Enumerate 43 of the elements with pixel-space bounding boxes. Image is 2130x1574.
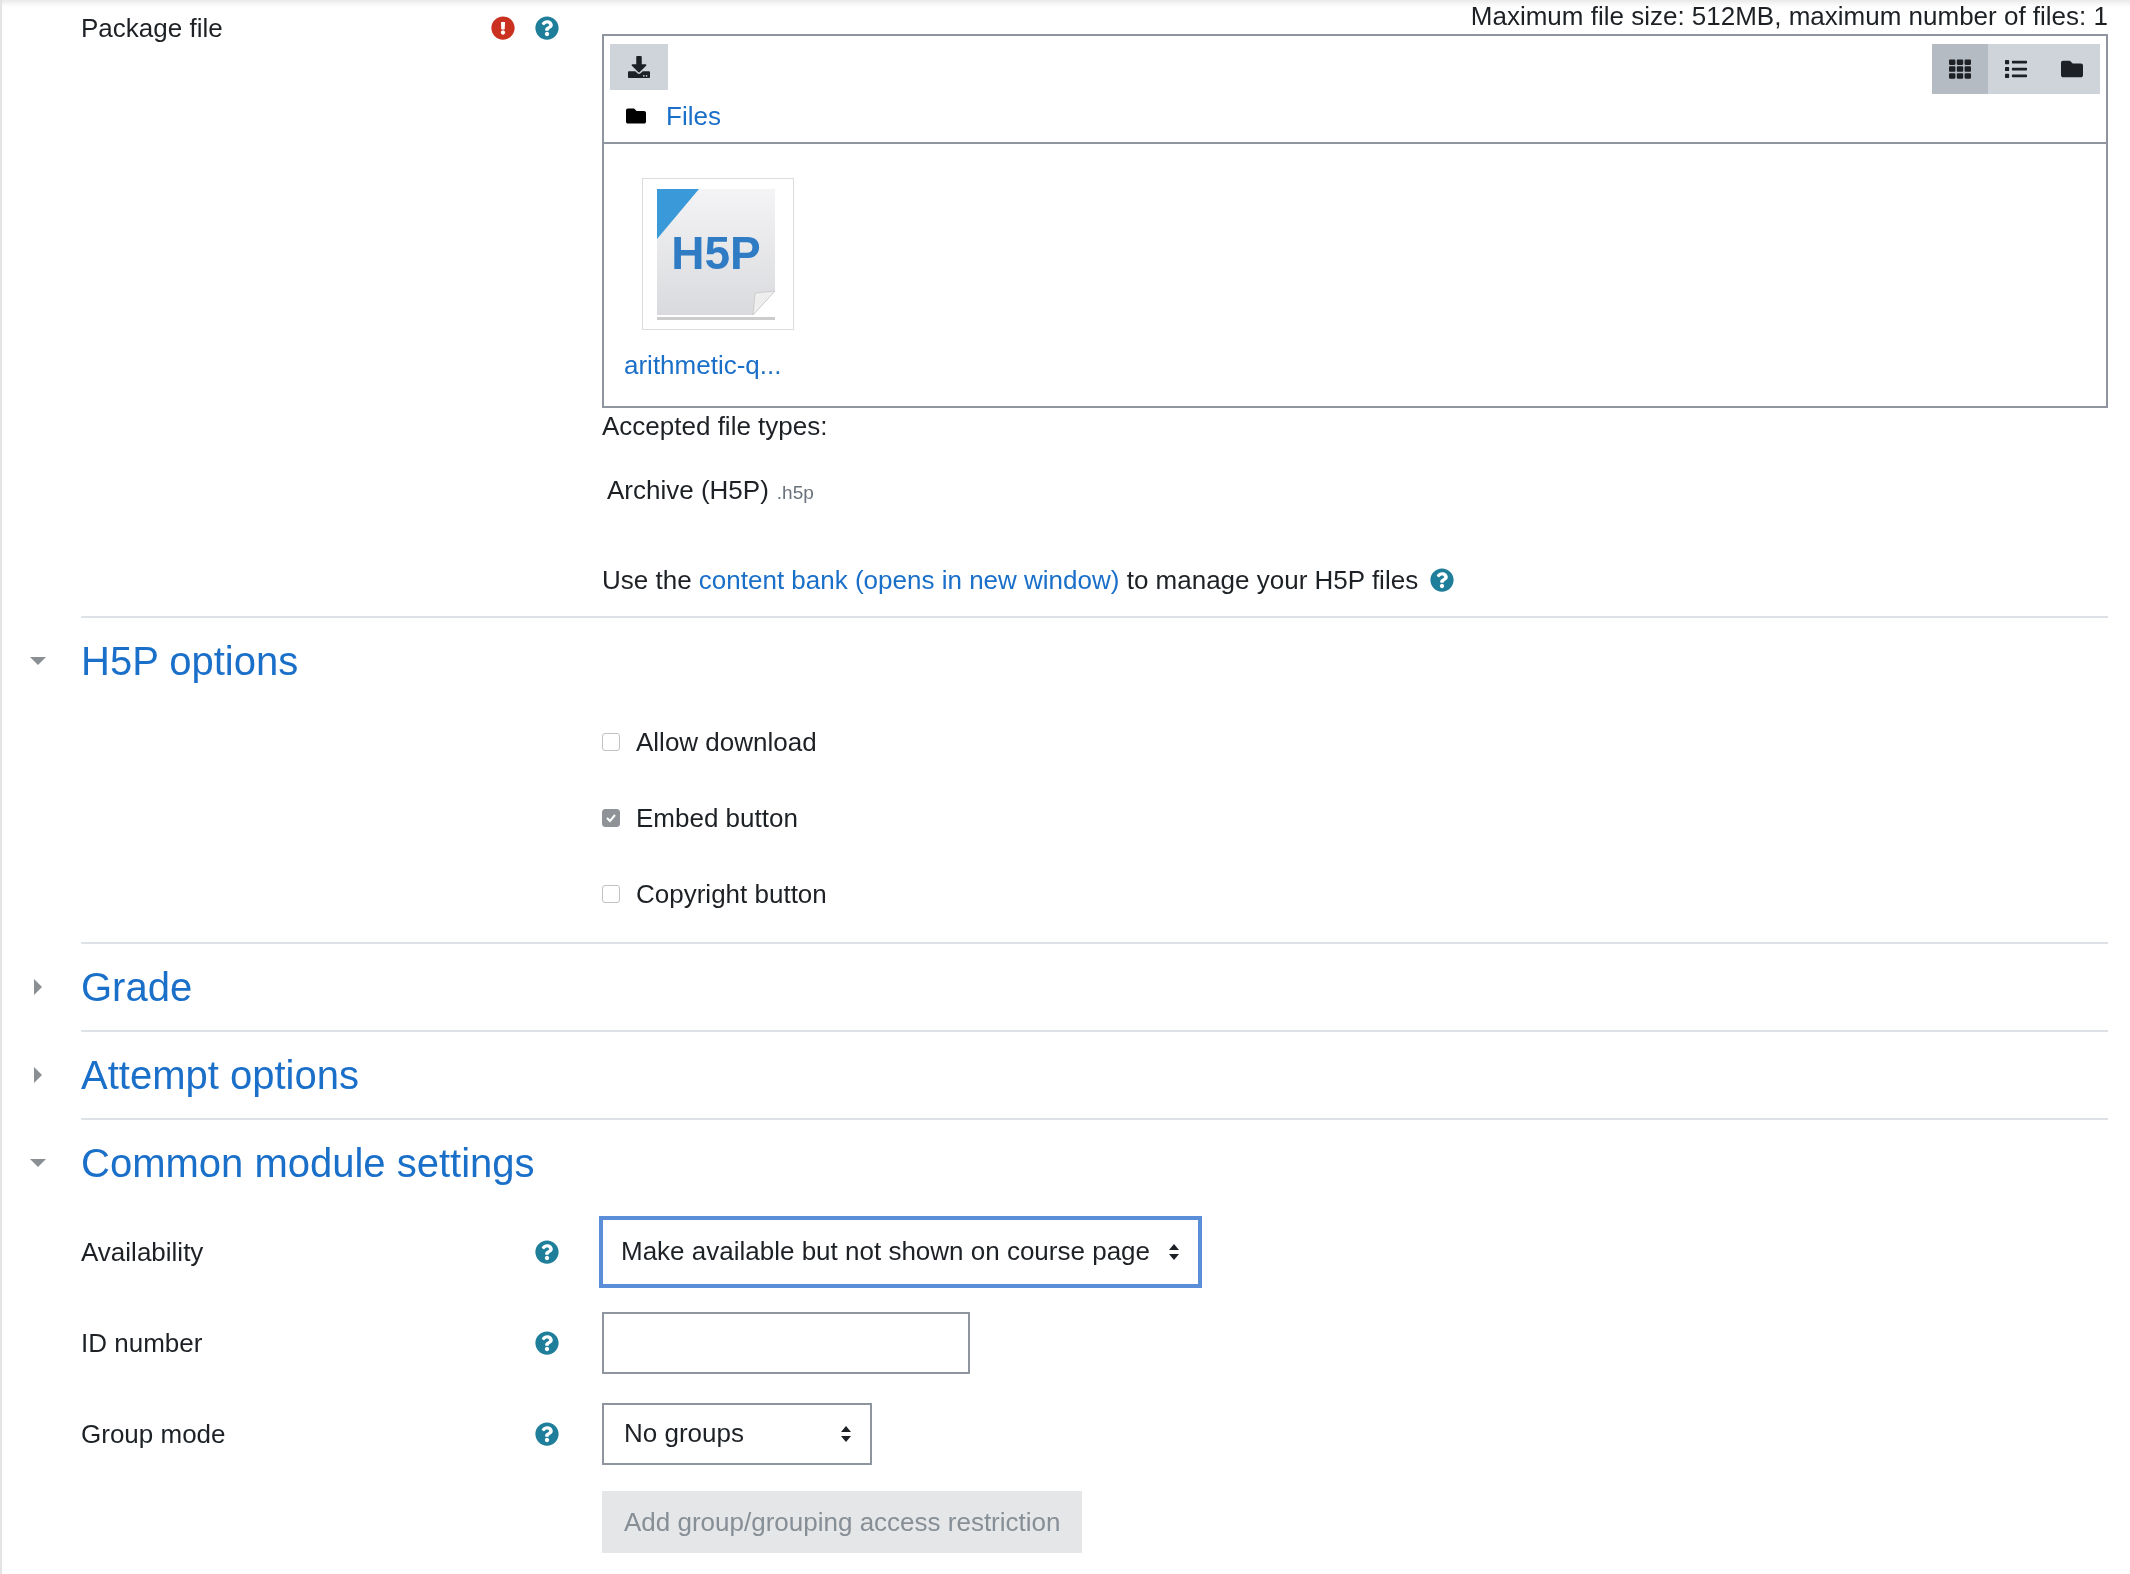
download-button[interactable]: [610, 44, 668, 90]
list-icon: [2005, 58, 2027, 80]
checkbox[interactable]: [602, 809, 620, 827]
input-field[interactable]: [602, 1311, 970, 1374]
field-label: Package file: [81, 12, 224, 44]
help-icon[interactable]: [535, 1421, 559, 1446]
file-type-name: Archive (H5P): [607, 474, 769, 506]
folder-icon: [626, 106, 646, 126]
section-heading[interactable]: Attempt options: [81, 1052, 359, 1098]
content-bank-note: Use the content bank (opens in new window) to manage your H5P files: [602, 564, 1419, 596]
help-icon[interactable]: [1430, 568, 1455, 592]
help-icon[interactable]: [535, 1330, 559, 1355]
accepted-types-label: Accepted file types:: [602, 410, 828, 442]
section-heading[interactable]: Common module settings: [81, 1140, 535, 1186]
file-extension: .h5p: [776, 482, 814, 504]
view-button[interactable]: [2044, 44, 2100, 94]
field-label: ID number: [81, 1326, 204, 1359]
select-field[interactable]: No groups: [602, 1402, 872, 1465]
field-label: Availability: [81, 1235, 205, 1268]
grid-icon: [1949, 58, 1971, 80]
path-link[interactable]: Files: [666, 100, 721, 132]
select-field[interactable]: Make available but not shown on course page: [599, 1215, 1202, 1288]
view-button[interactable]: [1988, 44, 2044, 94]
checkbox[interactable]: [602, 733, 620, 751]
section-heading[interactable]: Grade: [81, 964, 193, 1010]
up-down-arrows-icon: [1168, 1242, 1180, 1261]
checkmark-icon: [605, 812, 617, 824]
help-icon[interactable]: [535, 16, 559, 40]
content-bank-link[interactable]: content bank (opens in new window): [698, 565, 1120, 595]
section-heading[interactable]: H5P options: [81, 638, 299, 684]
checkbox[interactable]: [602, 885, 620, 903]
download-icon: [628, 56, 650, 78]
up-down-arrows-icon: [840, 1424, 852, 1443]
checkbox-label: Embed button: [636, 802, 798, 834]
file-limits-text: Maximum file size: 512MB, maximum number of files: 1: [1470, 3, 2108, 29]
checkbox-label: Allow download: [636, 726, 817, 758]
file-thumbnail[interactable]: H5P: [642, 178, 794, 330]
view-button[interactable]: [1932, 44, 1988, 94]
help-icon[interactable]: [535, 1239, 559, 1264]
checkbox-label: Copyright button: [636, 878, 827, 910]
folder-icon: [2061, 58, 2083, 80]
file-name-link[interactable]: arithmetic-q...: [624, 350, 782, 381]
field-label: Group mode: [81, 1417, 227, 1450]
